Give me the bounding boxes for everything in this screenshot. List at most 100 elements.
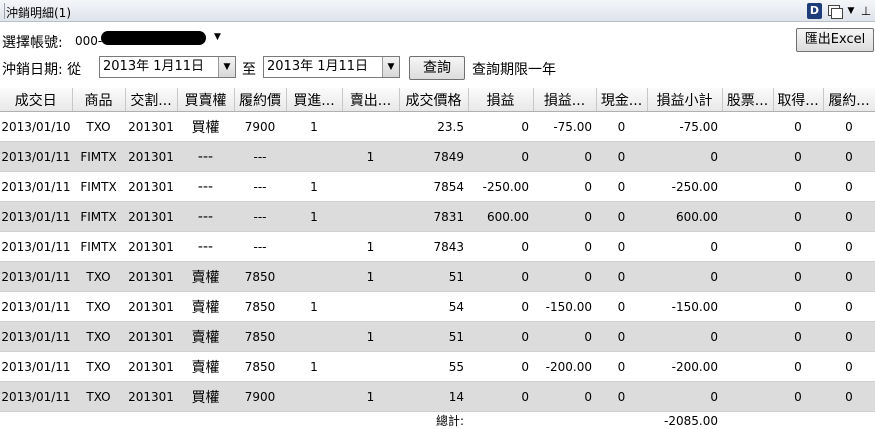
table-header-row: 成交日 商品 交割... 買賣權 履約價 買進... 賣出... 成交價格 損益 損益... 現金.… [0,88,875,112]
table-cell [342,412,399,429]
table-cell: 1 [286,201,342,232]
column-header[interactable]: 損益小計 [647,88,723,112]
table-cell [286,231,342,262]
table-row[interactable]: 2013/01/10 TXO 201301 買權 7900 1 23.5 0 -75.00 0 -7… [0,111,875,142]
table-cell: -200.00 [533,351,596,382]
table-cell [533,412,596,429]
table-cell: TXO [72,351,125,382]
table-cell: 0 [773,111,823,142]
table-cell: 2013/01/11 [0,201,72,232]
table-cell [342,111,399,142]
column-header[interactable]: 買賣權 [177,88,235,112]
table-cell: 2013/01/11 [0,321,72,352]
table-cell: 0 [533,321,596,352]
panel-titlebar: 沖銷明細(1) D ▼ ⊥ [0,0,875,22]
table-cell: 0 [823,381,875,412]
table-cell: 賣權 [177,261,234,292]
table-cell: 201301 [125,201,177,232]
table-cell: 1 [342,231,399,262]
table-cell: 0 [533,141,596,172]
date-from-picker[interactable]: 2013年 1月11日 ▼ [99,56,236,78]
table-cell: --- [177,201,234,232]
table-cell [722,381,773,412]
table-cell [722,111,773,142]
column-header[interactable]: 損益... [533,88,597,112]
table-row[interactable]: 2013/01/11 FIMTX 201301 --- --- 1 7854 -250.00 0… [0,171,875,202]
table-cell: 0 [533,231,596,262]
table-cell: TXO [72,381,125,412]
table-cell: TXO [72,291,125,322]
column-header[interactable]: 賣出... [342,88,400,112]
table-cell: 201301 [125,111,177,142]
panel-title: 沖銷明細(1) [6,6,71,20]
d-app-icon[interactable]: D [807,3,822,19]
table-cell: 0 [823,321,875,352]
chevron-down-icon[interactable]: ▼ [382,57,399,77]
table-cell: 0 [468,141,533,172]
window-restore-icon[interactable] [827,3,843,19]
table-cell: 23.5 [399,111,468,142]
table-cell: 0 [468,261,533,292]
table-cell: 2013/01/11 [0,261,72,292]
table-cell: 1 [342,261,399,292]
chevron-down-icon[interactable]: ▼ [214,32,221,42]
query-button[interactable]: 查詢 [409,56,465,80]
table-cell: 0 [773,381,823,412]
chevron-down-icon[interactable]: ▼ [218,57,235,77]
column-header[interactable]: 成交日 [0,88,73,112]
table-cell: 201301 [125,291,177,322]
table-cell [72,412,125,429]
table-cell: 0 [533,381,596,412]
table-cell: 賣權 [177,351,234,382]
pin-icon[interactable]: ⊥ [860,3,872,19]
table-cell: 0 [468,111,533,142]
export-excel-button[interactable]: 匯出Excel [796,28,874,52]
table-row[interactable]: 2013/01/11 TXO 201301 買權 7900 1 14 0 0 0 0 0 0 [0,381,875,412]
table-cell: 2013/01/11 [0,381,72,412]
table-cell: 1 [342,321,399,352]
table-cell: 0 [596,111,647,142]
date-to-value: 2013年 1月11日 [267,59,369,74]
table-cell [234,412,286,429]
table-cell: --- [177,171,234,202]
column-header[interactable]: 履約... [823,88,875,112]
table-cell: 1 [286,111,342,142]
column-header[interactable]: 交割... [125,88,178,112]
table-cell [286,412,342,429]
table-cell [0,412,72,429]
column-header[interactable]: 取得... [773,88,824,112]
column-header[interactable]: 成交價格 [399,88,469,112]
table-row[interactable]: 2013/01/11 TXO 201301 賣權 7850 1 54 0 -150.00 0 -15… [0,291,875,322]
table-cell: FIMTX [72,231,125,262]
table-cell: 0 [596,231,647,262]
column-header[interactable]: 商品 [72,88,126,112]
date-to-picker[interactable]: 2013年 1月11日 ▼ [263,56,400,78]
table-row[interactable]: 2013/01/11 TXO 201301 賣權 7850 1 51 0 0 0 0 0 0 [0,261,875,292]
column-header[interactable]: 買進... [286,88,343,112]
query-note: 查詢期限一年 [472,62,556,78]
table-cell [342,201,399,232]
table-cell [722,231,773,262]
dropdown-triangle-icon[interactable]: ▼ [846,3,856,19]
table-cell: 0 [773,171,823,202]
table-cell [823,412,875,429]
total-label: 總計: [435,414,464,428]
table-row[interactable]: 2013/01/11 FIMTX 201301 --- --- 1 7843 0 0 0 0 0 0 [0,231,875,262]
table-cell [722,141,773,172]
account-select[interactable]: 000- [75,34,102,48]
column-header[interactable]: 履約價 [234,88,287,112]
column-header[interactable]: 現金... [596,88,648,112]
table-cell: 0 [596,141,647,172]
date-from-label: 沖銷日期: 從 [2,62,82,78]
table-cell: 1 [286,351,342,382]
column-header[interactable]: 損益 [468,88,534,112]
table-cell: --- [234,141,286,172]
settlement-table: 成交日 商品 交割... 買賣權 履約價 買進... 賣出... 成交價格 損益 損益... 現金.… [0,88,875,429]
table-row[interactable]: 2013/01/11 TXO 201301 賣權 7850 1 51 0 0 0 0 0 0 [0,321,875,352]
column-header[interactable]: 股票... [722,88,774,112]
table-row[interactable]: 2013/01/11 FIMTX 201301 --- --- 1 7831 600.00 0 0… [0,201,875,232]
table-row[interactable]: 2013/01/11 FIMTX 201301 --- --- 1 7849 0 0 0 0 0 0 [0,141,875,172]
table-cell: 7843 [399,231,468,262]
table-cell: -200.00 [647,351,722,382]
table-row[interactable]: 2013/01/11 TXO 201301 賣權 7850 1 55 0 -200.00 0 -20… [0,351,875,382]
